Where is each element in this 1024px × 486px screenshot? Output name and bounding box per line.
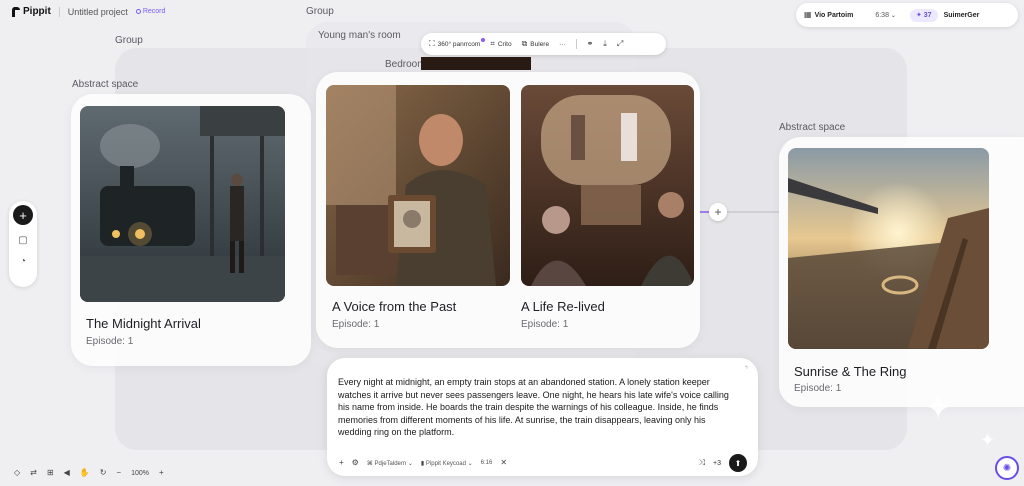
grid-icon[interactable]: ⊞ [47,469,54,477]
sparkle-decoration-icon: ✦ [924,389,953,427]
plus-icon[interactable]: + [339,459,344,467]
group-label-left: Group [115,35,143,46]
header-left: Pippit Untitled project Record [12,6,165,17]
credits-label: 37 [923,11,932,19]
download-icon[interactable]: ⤓ [603,40,607,48]
header-divider [58,6,60,17]
zoom-level[interactable]: 100% [131,470,149,477]
prompt-text[interactable]: Every night at midnight, an empty train … [338,376,738,439]
toolbar-crop-label: Crito [497,40,512,48]
count-badge: +3 [713,459,721,467]
prev-icon[interactable]: ◀ [64,469,70,477]
young-mans-room-label: Young man's room [318,30,401,41]
redo-icon[interactable]: ↻ [100,469,107,477]
card-episode: Episode: 1 [332,319,380,330]
floating-toolbar: ⛶ 360° panrrcom ⌗ Crito ⧉ Bulere ··· ⚭ ⤓… [421,33,666,55]
card-sunrise-ring[interactable]: Sunrise & The Ring Episode: 1 [779,137,1024,407]
panorama-icon: ⛶ [429,39,435,48]
expand-icon[interactable]: ⤢ [617,40,623,48]
grid-icon: ▦ [804,10,812,19]
bottom-toolbar: ◇ ⇄ ⊞ ◀ ✋ ↻ − 100% + [14,469,164,477]
history-icon[interactable]: ◔ [20,256,26,267]
help-button[interactable]: ✺ [995,456,1019,480]
thumbnail-sunrise-ring [788,148,989,349]
duration-chip-label: 6:16 [480,460,493,466]
zoom-in-icon[interactable]: + [159,469,164,477]
app-logo[interactable]: Pippit [12,6,51,17]
toolbar-duplicate-label: Bulere [530,40,550,48]
duplicate-icon: ⧉ [521,39,528,48]
card-title: A Life Re-lived [521,299,605,314]
crop-icon: ⌗ [490,39,495,48]
toolbar-duplicate-button[interactable]: ⧉ Bulere [522,40,550,48]
duration-label: 6:38 [875,11,889,19]
folder-icon[interactable]: ▢ [18,235,27,246]
plus-icon: + [714,205,722,219]
model-chip[interactable]: ▮ Pippit Keycoad ⌄ [421,460,473,467]
model-icon: ▮ [420,460,425,467]
redacted-block [421,57,531,70]
select-icon[interactable]: ◇ [14,469,20,477]
toolbar-360-button[interactable]: ⛶ 360° panrrcom [429,38,486,48]
shuffle-icon[interactable]: ✕ [500,459,507,467]
link-icon[interactable]: ⚭ [587,40,594,48]
app-name: Pippit [23,6,51,17]
model-chip-label: Pippit Keycoad [425,460,466,467]
style-chip[interactable]: ⌘ PdjeTaldern ⌄ [367,460,413,467]
left-rail: + ▢ ◔ [9,201,37,287]
card-title: Sunrise & The Ring [794,364,907,379]
card-midnight-arrival[interactable]: The Midnight Arrival Episode: 1 [71,94,311,366]
card-title: The Midnight Arrival [86,316,201,331]
cross-icon[interactable]: ⤨ [699,459,705,467]
abstract-space-right-label: Abstract space [779,122,846,133]
duration-selector[interactable]: 6:38 ⌄ [875,12,896,19]
style-chip-label: PdjeTaldern [374,460,407,467]
model-selector[interactable]: ▦ Vio Partoim [804,11,853,19]
sparkle-decoration-icon: ✦ [980,430,996,450]
thumbnail-midnight-arrival [80,106,285,302]
swap-icon[interactable]: ⇄ [30,469,37,477]
header-right-panel: ▦ Vio Partoim 6:38 ⌄ ✦ 37 SuimerGer [796,3,1018,27]
connector-line-grey [727,211,779,213]
record-button[interactable]: Record [135,8,166,15]
zoom-out-icon[interactable]: − [116,469,121,477]
toolbar-360-label: 360° panrrcom [437,40,481,48]
project-name[interactable]: Untitled project [68,7,128,17]
send-button[interactable]: ⬆ [729,454,747,472]
thumbnail-life-relived[interactable] [521,85,694,286]
card-episode: Episode: 1 [794,383,842,394]
new-badge [481,38,486,42]
card-episode: Episode: 1 [86,336,134,347]
add-connection-button[interactable]: + [709,203,727,221]
chevron-down-icon: ⌄ [890,12,896,19]
collapse-icon[interactable]: ⌝ [744,366,748,374]
send-icon: ⬆ [734,458,742,468]
card-episode: Episode: 1 [521,319,569,330]
style-icon: ⌘ [366,460,373,467]
add-node-button[interactable]: + [13,205,33,225]
help-icon: ✺ [1002,462,1012,474]
duration-chip[interactable]: 6:16 [481,460,493,466]
credits-badge[interactable]: ✦ 37 [909,8,938,22]
toolbar-more-button[interactable]: ··· [559,41,566,48]
sparkle-icon: ✦ [915,11,922,19]
submit-button[interactable]: SuimerGer [944,12,980,19]
settings-icon[interactable]: ⚙ [352,459,359,467]
card-title: A Voice from the Past [332,299,457,314]
record-icon [135,9,141,14]
thumbnail-voice-from-past[interactable] [326,85,510,286]
record-label: Record [142,8,166,15]
abstract-space-left-label: Abstract space [72,79,139,90]
toolbar-divider [575,39,577,49]
bedroom-label: Bedroom [385,59,426,70]
model-label: Vio Partoim [814,11,854,19]
prompt-controls: + ⚙ ⌘ PdjeTaldern ⌄ ▮ Pippit Keycoad ⌄ 6… [339,454,747,472]
prompt-panel[interactable]: ⌝ Every night at midnight, an empty trai… [327,358,758,476]
hand-icon[interactable]: ✋ [80,469,90,477]
toolbar-crop-button[interactable]: ⌗ Crito [490,40,511,48]
pippit-logo-icon [12,6,20,17]
group-label-top: Group [306,6,334,17]
plus-icon: + [19,207,27,223]
